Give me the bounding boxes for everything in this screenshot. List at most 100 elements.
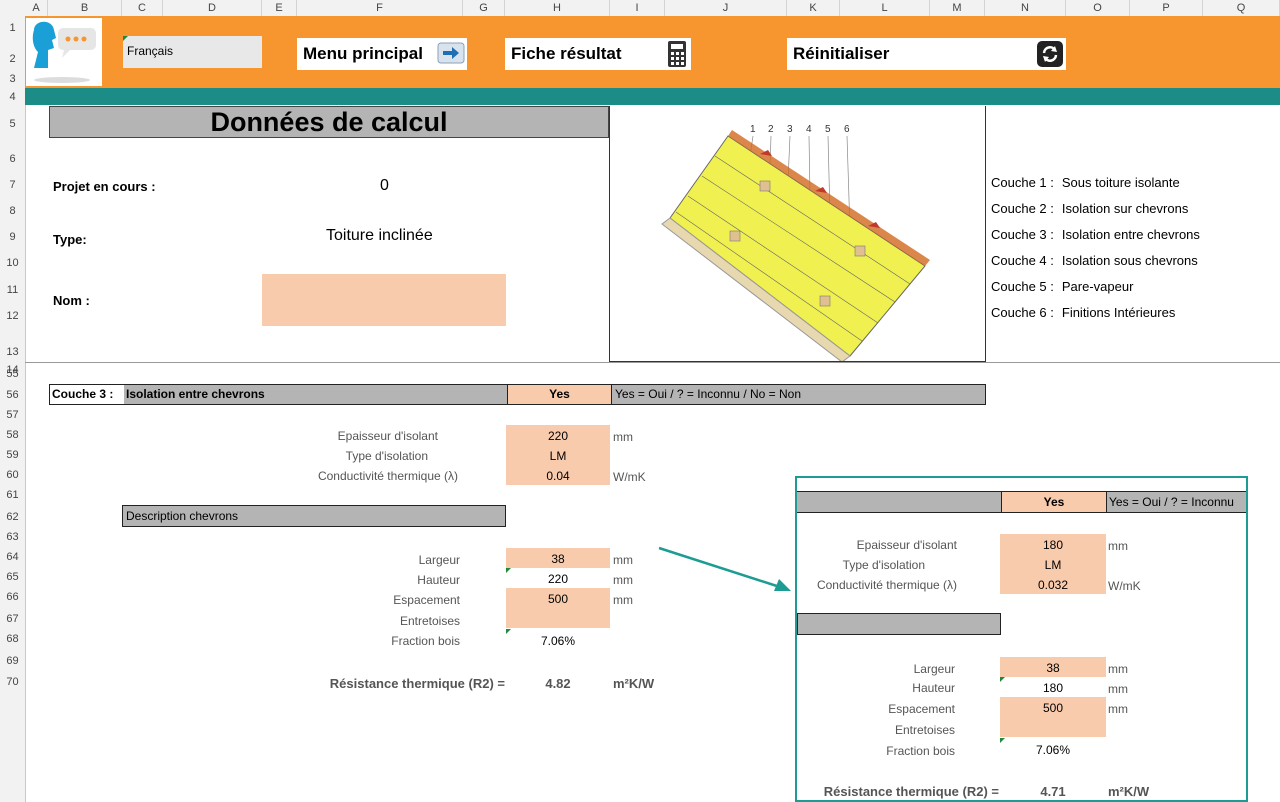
column-header-j[interactable]: J <box>665 0 787 16</box>
column-header-h[interactable]: H <box>505 0 610 16</box>
language-select[interactable]: Français <box>123 36 262 68</box>
row-header-12[interactable]: 12 <box>0 310 25 322</box>
espacement-input[interactable]: 500 <box>506 588 610 628</box>
resistance-unit: m²K/W <box>613 676 655 691</box>
row-header-70[interactable]: 70 <box>0 676 25 688</box>
column-header-g[interactable]: G <box>463 0 505 16</box>
epaisseur-value: 220 <box>547 429 569 443</box>
layer-item: Couche 4 : Isolation sous chevrons <box>991 253 1198 268</box>
diagram-number-3: 3 <box>787 124 793 135</box>
row-header-11[interactable]: 11 <box>0 284 25 296</box>
row-header-63[interactable]: 63 <box>0 531 25 543</box>
row-header-4[interactable]: 4 <box>0 91 25 103</box>
row-header-64[interactable]: 64 <box>0 551 25 563</box>
inset-type-input[interactable]: LM <box>1000 554 1106 574</box>
inset-yes-select[interactable]: Yes <box>1001 492 1106 512</box>
project-value: 0 <box>380 177 389 194</box>
type-isolation-input[interactable]: LM <box>506 445 610 465</box>
couche-yes-select[interactable]: Yes <box>507 385 611 404</box>
layer-name: Pare-vapeur <box>1061 279 1134 294</box>
inset-espacement-input[interactable]: 500 <box>1000 697 1106 737</box>
layer-item: Couche 5 : Pare-vapeur <box>991 279 1133 294</box>
diagram-number-1: 1 <box>750 124 756 135</box>
column-header-o[interactable]: O <box>1066 0 1130 16</box>
column-header-m[interactable]: M <box>930 0 985 16</box>
row-header-59[interactable]: 59 <box>0 449 25 461</box>
column-header-q[interactable]: Q <box>1203 0 1280 16</box>
epaisseur-input[interactable]: 220 <box>506 425 610 445</box>
layer-number: Couche 6 : <box>991 305 1054 320</box>
row-header-13[interactable]: 13 <box>0 346 25 358</box>
largeur-input[interactable]: 38 <box>506 548 610 568</box>
row-header-1[interactable]: 1 <box>0 22 25 34</box>
hauteur-cell[interactable]: 220 <box>506 568 610 588</box>
inset-entretoises-label: Entretoises <box>894 723 955 737</box>
layer-number: Couche 4 : <box>991 253 1054 268</box>
layer-item: Couche 2 : Isolation sur chevrons <box>991 201 1188 216</box>
row-header-65[interactable]: 65 <box>0 571 25 583</box>
couche-legend: Yes = Oui / ? = Inconnu / No = Non <box>611 385 985 404</box>
inset-espacement-unit: mm <box>1108 702 1128 716</box>
layer-number: Couche 3 : <box>991 227 1054 242</box>
fiche-resultat-button[interactable]: Fiche résultat <box>505 38 691 70</box>
column-header-a[interactable]: A <box>25 0 48 16</box>
row-header-60[interactable]: 60 <box>0 469 25 481</box>
row-header-66[interactable]: 66 <box>0 591 25 603</box>
row-header-57[interactable]: 57 <box>0 409 25 421</box>
column-header-k[interactable]: K <box>787 0 840 16</box>
layer-name: Sous toiture isolante <box>1061 175 1180 190</box>
column-header-n[interactable]: N <box>985 0 1066 16</box>
inset-conductivite-input[interactable]: 0.032 <box>1000 574 1106 594</box>
reinitialiser-button[interactable]: Réinitialiser <box>787 38 1066 70</box>
name-input[interactable] <box>262 274 506 326</box>
row-header-5[interactable]: 5 <box>0 118 25 130</box>
row-header-62[interactable]: 62 <box>0 511 25 523</box>
teal-separator <box>25 88 1280 105</box>
inset-largeur-value: 38 <box>1046 661 1060 675</box>
column-header-i[interactable]: I <box>610 0 665 16</box>
column-header-d[interactable]: D <box>163 0 262 16</box>
language-value: Français <box>127 44 174 58</box>
comment-marker-icon <box>123 36 128 41</box>
inset-epaisseur-input[interactable]: 180 <box>1000 534 1106 554</box>
column-header-f[interactable]: F <box>297 0 463 16</box>
inset-epaisseur-label: Epaisseur d'isolant <box>856 538 957 552</box>
column-header-p[interactable]: P <box>1130 0 1203 16</box>
column-header-b[interactable]: B <box>48 0 122 16</box>
row-header-9[interactable]: 9 <box>0 231 25 243</box>
refresh-icon <box>1036 40 1064 68</box>
conductivite-input[interactable]: 0.04 <box>506 465 610 485</box>
page-title: Données de calcul <box>210 107 448 137</box>
row-header-10[interactable]: 10 <box>0 257 25 269</box>
row-header-67[interactable]: 67 <box>0 613 25 625</box>
column-header-e[interactable]: E <box>262 0 297 16</box>
column-header-l[interactable]: L <box>840 0 930 16</box>
menu-principal-button[interactable]: Menu principal <box>297 38 467 70</box>
hauteur-value: 220 <box>547 572 569 586</box>
layer-name: Isolation sous chevrons <box>1061 253 1198 268</box>
inset-fraction-value: 7.06% <box>1035 743 1071 757</box>
row-header-55[interactable]: 55 <box>0 368 25 380</box>
row-header-6[interactable]: 6 <box>0 153 25 165</box>
row-header-69[interactable]: 69 <box>0 655 25 667</box>
row-header-2[interactable]: 2 <box>0 53 25 65</box>
inset-resistance-unit: m²K/W <box>1108 784 1150 799</box>
inset-largeur-input[interactable]: 38 <box>1000 657 1106 677</box>
row-header-58[interactable]: 58 <box>0 429 25 441</box>
row-header-7[interactable]: 7 <box>0 179 25 191</box>
column-header-c[interactable]: C <box>122 0 163 16</box>
inset-type-value: LM <box>1044 558 1062 572</box>
row-header-56[interactable]: 56 <box>0 389 25 401</box>
row-header-68[interactable]: 68 <box>0 633 25 645</box>
inset-conductivite-value: 0.032 <box>1037 578 1069 592</box>
resistance-label: Résistance thermique (R2) = <box>329 676 505 691</box>
row-header-3[interactable]: 3 <box>0 73 25 85</box>
row-header-61[interactable]: 61 <box>0 489 25 501</box>
project-label: Projet en cours : <box>53 179 156 194</box>
layer-number: Couche 5 : <box>991 279 1054 294</box>
conductivite-value: 0.04 <box>546 469 570 483</box>
arrow-right-icon <box>437 41 465 65</box>
row-header-8[interactable]: 8 <box>0 205 25 217</box>
inset-hauteur-cell[interactable]: 180 <box>1000 677 1106 697</box>
couche-name: Isolation entre chevrons <box>124 385 508 404</box>
